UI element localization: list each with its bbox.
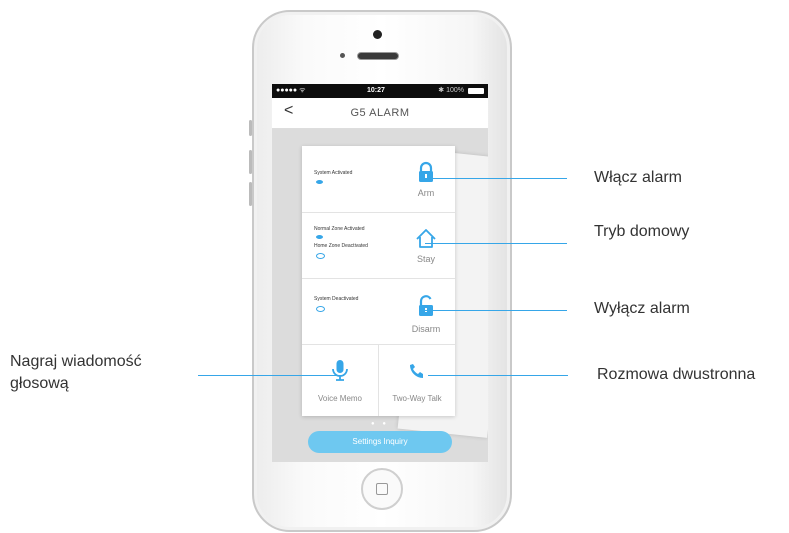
bottom-actions: Voice Memo Two-Way Talk <box>302 344 455 416</box>
status-text: Home Zone Deactivated <box>314 243 368 249</box>
two-way-talk-label: Two-Way Talk <box>392 394 442 403</box>
eye-off-icon <box>316 306 325 312</box>
stay-button[interactable]: Stay <box>406 254 446 264</box>
disarm-callout-line <box>425 310 567 311</box>
status-text: System Deactivated <box>314 296 359 302</box>
settings-inquiry-button[interactable]: Settings Inquiry <box>308 431 452 453</box>
voice-memo-button[interactable]: Voice Memo <box>302 344 379 416</box>
nav-bar: < G5 ALARM <box>272 98 488 129</box>
status-bar: ●●●●● ᯤ 10:27 ✱ 100% <box>272 84 488 98</box>
arm-callout-line <box>425 178 567 179</box>
callout-disarm: Wyłącz alarm <box>594 300 690 317</box>
microphone-icon <box>332 360 348 381</box>
front-camera <box>340 53 345 58</box>
voice-memo-label: Voice Memo <box>317 394 363 403</box>
two-way-talk-button[interactable]: Two-Way Talk <box>379 344 455 416</box>
battery-icon <box>468 88 484 94</box>
phone-screen: ●●●●● ᯤ 10:27 ✱ 100% < G5 ALARM System A… <box>272 84 488 462</box>
camera-icon <box>373 30 382 39</box>
callout-stay: Tryb domowy <box>594 223 690 240</box>
status-text: System Activated <box>314 170 353 176</box>
stay-row[interactable]: Normal Zone Activated Home Zone Deactiva… <box>302 212 455 279</box>
disarm-row[interactable]: System Deactivated Disarm <box>302 278 455 345</box>
eye-icon <box>316 235 323 239</box>
volume-down-button <box>249 182 252 206</box>
stay-callout-line <box>425 243 567 244</box>
eye-icon <box>316 180 323 184</box>
page-indicator: ● ● <box>371 421 389 427</box>
earpiece-speaker <box>357 52 399 60</box>
lock-open-icon <box>419 295 433 316</box>
home-button[interactable] <box>361 468 403 510</box>
signal-icon: ●●●●● ᯤ <box>276 87 306 94</box>
disarm-button[interactable]: Disarm <box>406 324 446 334</box>
arm-row[interactable]: System Activated Arm <box>302 146 455 213</box>
home-icon <box>416 229 436 248</box>
voice-callout-line <box>198 375 344 376</box>
callout-talk: Rozmowa dwustronna <box>597 366 756 383</box>
callout-voice-line1: Nagraj wiadomość <box>10 353 142 370</box>
callout-arm: Włącz alarm <box>594 169 683 186</box>
callout-voice-line2: głosową <box>10 375 69 392</box>
status-text: Normal Zone Activated <box>314 226 365 232</box>
lock-closed-icon <box>419 161 433 182</box>
home-square-icon <box>376 483 388 495</box>
battery-label: ✱ 100% <box>438 87 464 94</box>
status-time: 10:27 <box>367 87 385 94</box>
arm-button[interactable]: Arm <box>406 188 446 198</box>
eye-off-icon <box>316 253 325 259</box>
mute-switch <box>249 120 252 136</box>
talk-callout-line <box>428 375 568 376</box>
phone-icon <box>410 364 423 378</box>
volume-up-button <box>249 150 252 174</box>
page-title: G5 ALARM <box>350 107 410 119</box>
